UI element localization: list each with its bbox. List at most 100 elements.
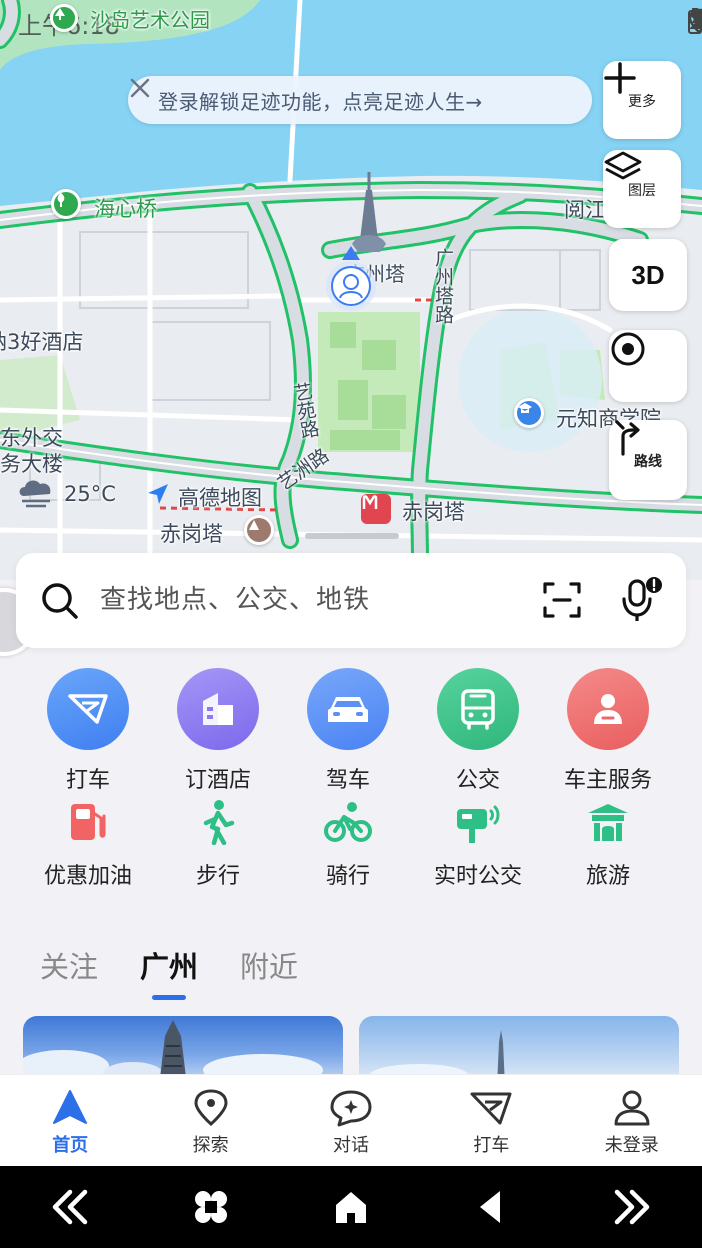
quick-drive-label: 驾车 — [325, 768, 370, 793]
bridge-poi-icon[interactable] — [51, 189, 81, 219]
quick-drive[interactable]: 驾车 — [283, 668, 413, 794]
map-pin-icon — [194, 1089, 228, 1126]
quick-actions-row-1: 打车 订酒店 驾车 公交 车主服务 — [0, 668, 702, 794]
bicycle-icon — [320, 794, 376, 850]
quick-bus-label: 公交 — [455, 768, 500, 793]
car-icon — [307, 668, 389, 750]
tab-nearby[interactable]: 附近 — [240, 944, 298, 986]
layers-button[interactable]: 图层 — [603, 150, 681, 228]
search-input[interactable] — [100, 573, 520, 627]
quick-fuel-discount[interactable]: 优惠加油 — [23, 794, 153, 890]
feed-tabs: 关注 广州 附近 — [40, 944, 298, 1000]
triangle-back-icon — [480, 1191, 501, 1223]
double-chevron-right-icon — [614, 1189, 649, 1225]
battery-icon — [688, 8, 702, 34]
nav-taxi-label: 打车 — [473, 1135, 510, 1156]
close-icon[interactable] — [128, 76, 152, 100]
system-forward-double-button[interactable] — [602, 1177, 662, 1237]
map-label-chigang-metro: 赤岗塔 — [402, 500, 465, 524]
user-location-marker[interactable] — [322, 244, 380, 312]
map-view[interactable]: 上午6:18 沙岛艺术公园 海心桥 广州塔 广州塔路 纳3好酒店 东外交 务大楼… — [0, 0, 702, 580]
quick-car-owner-service-label: 车主服务 — [563, 768, 652, 793]
plus-icon — [604, 62, 636, 94]
quick-realtime-bus[interactable]: 实时公交 — [413, 794, 543, 890]
realtime-bus-sign-icon — [450, 794, 506, 850]
taxi-icon — [47, 668, 129, 750]
quick-walk-label: 步行 — [195, 864, 240, 889]
map-label-tower-road: 广州塔路 — [432, 248, 454, 324]
amap-logo-icon — [148, 484, 168, 504]
nav-profile[interactable]: 未登录 — [562, 1075, 702, 1166]
quick-bus[interactable]: 公交 — [413, 668, 543, 794]
quick-actions-row-2: 优惠加油 步行 骑行 实时公交 旅游 — [0, 794, 702, 890]
locate-me-button[interactable] — [609, 330, 687, 402]
map-label-amap: 高德地图 — [178, 486, 262, 510]
route-button[interactable]: 路线 — [609, 420, 687, 500]
nav-chat-label: 对话 — [332, 1135, 369, 1156]
quick-travel-label: 旅游 — [585, 864, 630, 889]
map-label-yuejiang: 阅江 — [564, 198, 606, 222]
more-button[interactable]: 更多 — [603, 61, 681, 139]
map-label-chigang-left: 赤岗塔 — [160, 522, 223, 546]
system-back-button[interactable] — [461, 1177, 521, 1237]
bus-icon — [437, 668, 519, 750]
route-arrow-icon — [615, 420, 640, 456]
tab-follow[interactable]: 关注 — [40, 944, 98, 986]
target-location-icon — [611, 332, 645, 366]
quick-hotel[interactable]: 订酒店 — [153, 668, 283, 794]
map-label-bridge: 海心桥 — [94, 197, 157, 221]
metro-station-icon[interactable] — [361, 494, 391, 524]
login-promo-text: 登录解锁足迹功能，点亮足迹人生→ — [158, 89, 483, 114]
metro-poi-icon[interactable] — [244, 515, 274, 545]
travel-gate-icon — [580, 794, 636, 850]
3d-label: 3D — [631, 259, 665, 290]
gas-pump-icon — [60, 794, 116, 850]
system-navigation-bar — [0, 1166, 702, 1248]
weather-temperature: 25°C — [64, 482, 116, 506]
search-bar[interactable] — [16, 553, 686, 648]
tab-guangzhou[interactable]: 广州 — [140, 944, 198, 1000]
system-apps-button[interactable] — [181, 1177, 241, 1237]
scan-icon[interactable] — [542, 581, 582, 619]
bottom-navigation: 首页 探索 对话 打车 未登录 — [0, 1074, 702, 1166]
quick-travel[interactable]: 旅游 — [543, 794, 673, 890]
user-profile-icon — [614, 1090, 650, 1126]
nav-home[interactable]: 首页 — [0, 1075, 140, 1166]
four-petal-apps-icon — [194, 1191, 227, 1223]
search-icon — [42, 583, 78, 619]
bottom-sheet-drag-handle[interactable] — [305, 533, 399, 539]
microphone-icon[interactable] — [618, 575, 666, 623]
quick-taxi-label: 打车 — [65, 768, 110, 793]
nav-explore-label: 探索 — [192, 1135, 229, 1156]
nav-profile-label: 未登录 — [604, 1135, 659, 1156]
layers-icon — [604, 151, 642, 180]
quick-fuel-discount-label: 优惠加油 — [43, 864, 132, 889]
nav-explore[interactable]: 探索 — [140, 1075, 280, 1166]
double-chevron-left-icon — [52, 1189, 88, 1225]
home-icon — [335, 1192, 366, 1223]
login-promo-banner[interactable]: 登录解锁足迹功能，点亮足迹人生→ — [128, 76, 592, 124]
park-poi-icon[interactable] — [50, 4, 78, 32]
home-navigation-arrow-icon — [53, 1090, 88, 1124]
system-home-button[interactable] — [321, 1177, 381, 1237]
nav-home-label: 首页 — [52, 1135, 89, 1156]
quick-realtime-bus-label: 实时公交 — [433, 864, 522, 889]
car-owner-service-icon — [567, 668, 649, 750]
nav-taxi[interactable]: 打车 — [421, 1075, 561, 1166]
hotel-building-icon — [177, 668, 259, 750]
chat-bubble-icon — [330, 1090, 372, 1127]
quick-car-owner-service[interactable]: 车主服务 — [543, 668, 673, 794]
school-poi-icon[interactable] — [514, 398, 544, 428]
quick-taxi[interactable]: 打车 — [23, 668, 153, 794]
quick-hotel-label: 订酒店 — [184, 768, 251, 793]
quick-cycling-label: 骑行 — [325, 864, 370, 889]
quick-walk[interactable]: 步行 — [153, 794, 283, 890]
map-label-park: 沙岛艺术公园 — [90, 8, 210, 32]
system-back-double-button[interactable] — [40, 1177, 100, 1237]
3d-toggle-button[interactable]: 3D — [609, 239, 687, 311]
quick-cycling[interactable]: 骑行 — [283, 794, 413, 890]
cloud-weather-icon — [19, 480, 51, 508]
walking-person-icon — [190, 794, 246, 850]
taxi-outline-icon — [470, 1092, 512, 1125]
nav-chat[interactable]: 对话 — [281, 1075, 421, 1166]
